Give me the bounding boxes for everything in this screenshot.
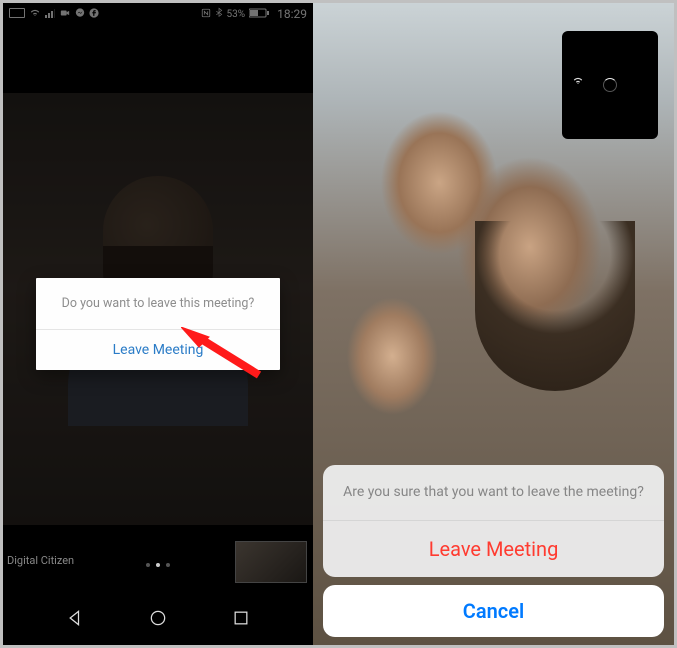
leave-meeting-sheet: Are you sure that you want to leave the … [323,465,664,637]
self-view-pip[interactable] [562,31,658,139]
sheet-message: Are you sure that you want to leave the … [323,465,664,521]
android-nav-bar [3,595,313,645]
android-screenshot: 53% 18:29 Do you want to leave this meet… [3,3,313,645]
page-indicator [146,563,170,567]
loading-spinner-icon [603,78,617,92]
back-button[interactable] [66,608,86,632]
recents-button[interactable] [231,608,251,632]
dialog-message: Do you want to leave this meeting? [36,278,280,330]
leave-meeting-button[interactable]: Leave Meeting [36,330,280,370]
watermark: Digital Citizen [7,554,74,567]
self-view-thumbnail[interactable] [235,541,307,583]
home-button[interactable] [148,608,168,632]
leave-meeting-button[interactable]: Leave Meeting [323,521,664,577]
cancel-button[interactable]: Cancel [323,585,664,637]
ios-screenshot: Are you sure that you want to leave the … [313,3,674,645]
leave-meeting-dialog: Do you want to leave this meeting? Leave… [36,278,280,370]
wifi-icon [572,71,584,90]
